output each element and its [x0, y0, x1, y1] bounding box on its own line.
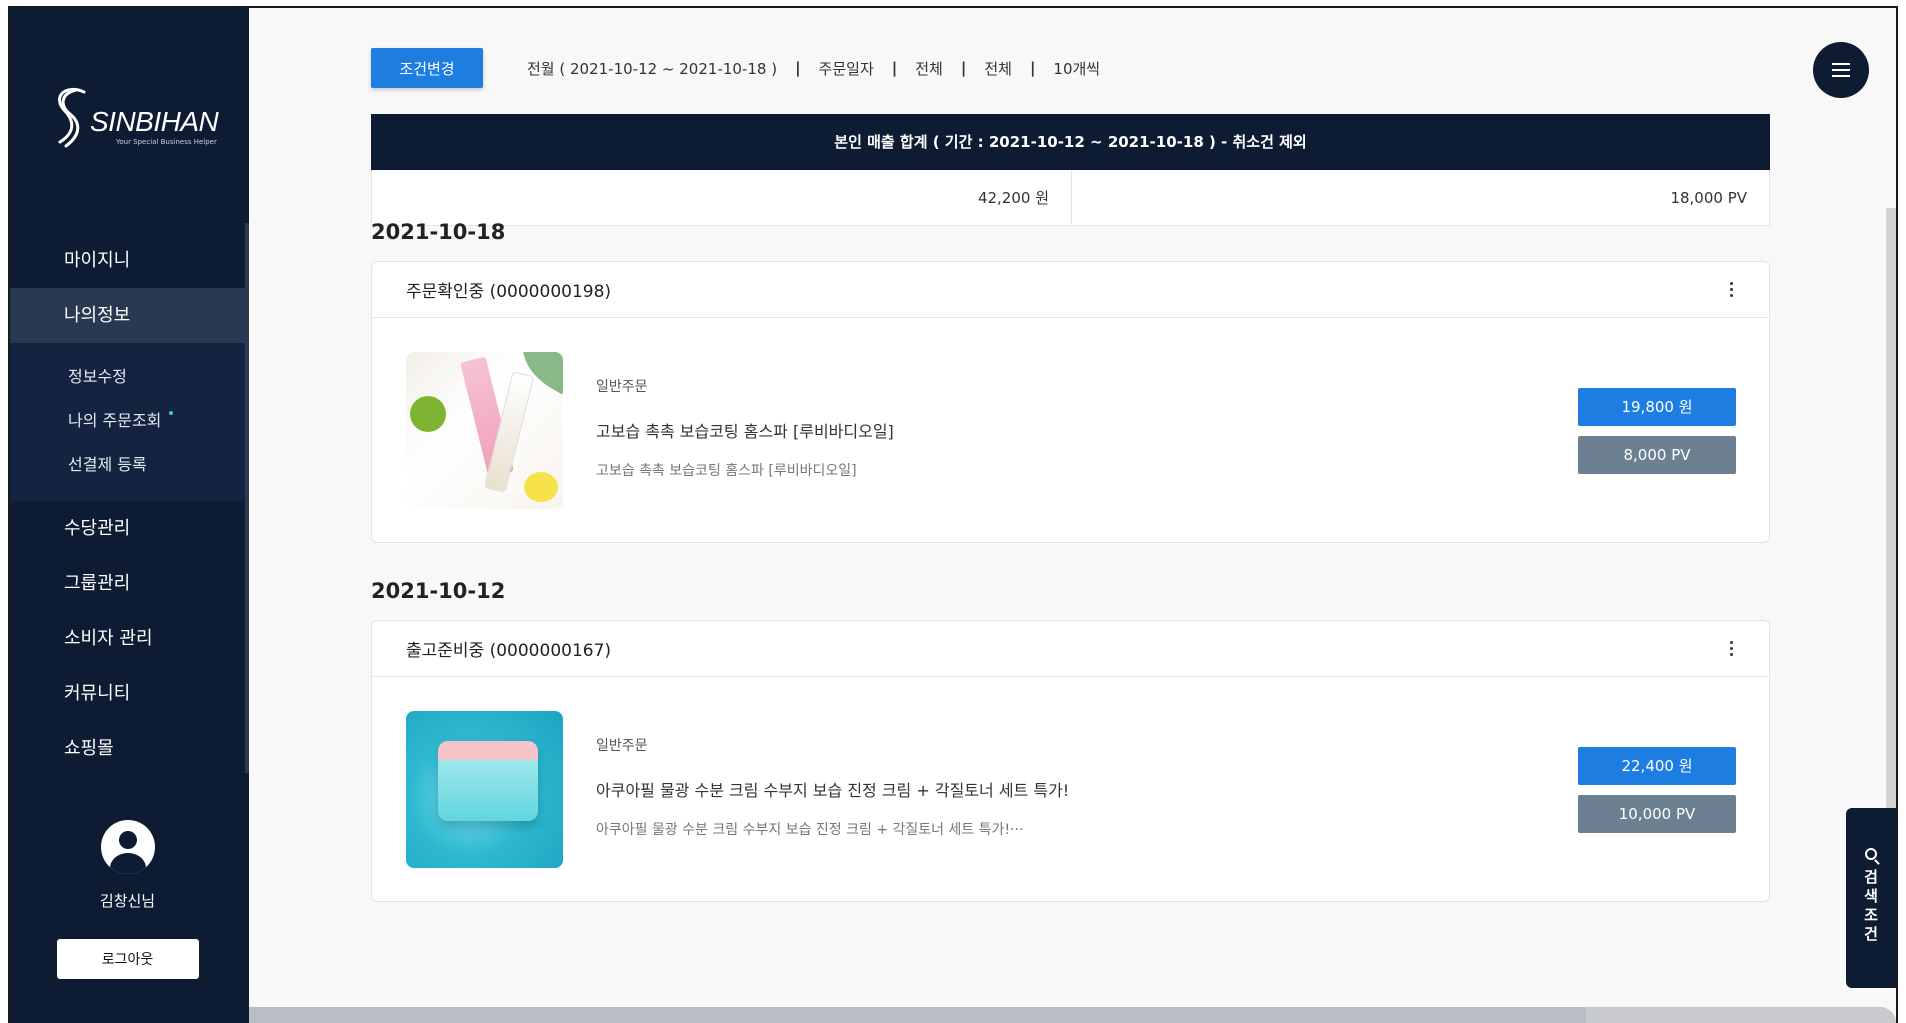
app-window: SINBIHAN Your Special Business Helper 마이…	[8, 6, 1898, 1023]
search-tab-char: 검	[1864, 868, 1878, 886]
order-date-heading: 2021-10-12	[371, 579, 506, 603]
more-options-icon[interactable]	[1730, 282, 1733, 297]
price-group: 19,800 원 8,000 PV	[1578, 388, 1736, 474]
price-badge: 22,400 원	[1578, 747, 1736, 785]
product-info: 일반주문 고보습 촉촉 보습코팅 홈스파 [루비바디오일] 고보습 촉촉 보습코…	[596, 376, 894, 480]
product-image[interactable]	[406, 711, 563, 868]
brand-logo[interactable]: SINBIHAN Your Special Business Helper	[46, 84, 219, 154]
sidebar-subnav: 정보수정 나의 주문조회 선결제 등록	[10, 343, 245, 501]
brand-name: SINBIHAN	[90, 106, 219, 137]
summary-pv: 18,000 PV	[1670, 188, 1747, 207]
filter-bar: 조건변경 전월 ( 2021-10-12 ~ 2021-10-18 ) | 주문…	[371, 48, 1100, 88]
filter-page-size: 10개씩	[1053, 59, 1101, 78]
order-header: 주문확인중 (0000000198)	[372, 262, 1769, 318]
filter-status: 전체	[915, 59, 943, 78]
filter-separator: |	[891, 59, 898, 77]
avatar-icon	[100, 820, 155, 874]
product-image[interactable]	[406, 352, 563, 509]
brand-tagline: Your Special Business Helper	[116, 138, 217, 146]
order-card: 주문확인중 (0000000198) 일반주문 고보습 촉촉 보습코팅 홈스파 …	[371, 261, 1770, 543]
sidebar-item-allowance[interactable]: 수당관리	[10, 501, 245, 556]
subnav-item-prepay[interactable]: 선결제 등록	[10, 443, 245, 487]
pv-badge: 10,000 PV	[1578, 795, 1736, 833]
search-tab-char: 조	[1864, 906, 1878, 924]
sales-summary: 본인 매출 합계 ( 기간 : 2021-10-12 ~ 2021-10-18 …	[371, 114, 1770, 226]
subnav-label: 나의 주문조회	[68, 411, 162, 430]
summary-title: 본인 매출 합계 ( 기간 : 2021-10-12 ~ 2021-10-18 …	[371, 114, 1770, 170]
sidebar-nav: 마이지니 나의정보 정보수정 나의 주문조회 선결제 등록 수당관리 그룹관리 …	[10, 233, 245, 776]
search-icon	[1865, 848, 1877, 860]
sidebar-item-consumer[interactable]: 소비자 관리	[10, 611, 245, 666]
order-type: 일반주문	[596, 379, 648, 395]
filter-summary: 전월 ( 2021-10-12 ~ 2021-10-18 ) | 주문일자 | …	[527, 58, 1100, 79]
sidebar-item-group[interactable]: 그룹관리	[10, 556, 245, 611]
summary-amount: 42,200 원	[372, 170, 1072, 225]
order-status: 주문확인중 (0000000198)	[406, 282, 612, 302]
filter-category: 전체	[984, 59, 1012, 78]
product-option: 고보습 촉촉 보습코팅 홈스파 [루비바디오일]	[596, 463, 857, 479]
sidebar-item-mygenie[interactable]: 마이지니	[10, 233, 245, 288]
sidebar-item-shop[interactable]: 쇼핑몰	[10, 721, 245, 776]
hamburger-menu-icon[interactable]	[1813, 42, 1869, 98]
main-content: 조건변경 전월 ( 2021-10-12 ~ 2021-10-18 ) | 주문…	[249, 8, 1896, 1023]
filter-separator: |	[1029, 59, 1036, 77]
search-condition-tab[interactable]: 검 색 조 건	[1846, 808, 1896, 988]
product-name[interactable]: 고보습 촉촉 보습코팅 홈스파 [루비바디오일]	[596, 418, 894, 442]
search-tab-char: 색	[1864, 887, 1878, 905]
subnav-label: 정보수정	[68, 367, 127, 386]
order-header: 출고준비중 (0000000167)	[372, 621, 1769, 677]
sidebar-item-myinfo[interactable]: 나의정보	[10, 288, 245, 343]
logout-button[interactable]: 로그아웃	[56, 939, 199, 979]
order-item[interactable]: 일반주문 아쿠아필 물광 수분 크림 수부지 보습 진정 크림 + 각질토너 세…	[372, 677, 1769, 901]
filter-separator: |	[960, 59, 967, 77]
subnav-item-edit-info[interactable]: 정보수정	[10, 355, 245, 399]
pv-badge: 8,000 PV	[1578, 436, 1736, 474]
order-date-heading: 2021-10-18	[371, 220, 506, 244]
more-options-icon[interactable]	[1730, 641, 1733, 656]
order-type: 일반주문	[596, 738, 648, 754]
filter-separator: |	[795, 59, 801, 77]
subnav-item-my-orders[interactable]: 나의 주문조회	[10, 399, 245, 443]
price-group: 22,400 원 10,000 PV	[1578, 747, 1736, 833]
price-badge: 19,800 원	[1578, 388, 1736, 426]
sidebar: SINBIHAN Your Special Business Helper 마이…	[10, 8, 249, 1023]
order-item[interactable]: 일반주문 고보습 촉촉 보습코팅 홈스파 [루비바디오일] 고보습 촉촉 보습코…	[372, 318, 1769, 542]
user-profile: 김창신님 로그아웃	[10, 820, 245, 979]
user-name: 김창신님	[99, 892, 156, 910]
search-tab-char: 건	[1864, 925, 1878, 943]
filter-period: 전월 ( 2021-10-12 ~ 2021-10-18 )	[527, 59, 778, 78]
product-option: 아쿠아필 물광 수분 크림 수부지 보습 진정 크림 + 각질토너 세트 특가!…	[596, 822, 1024, 838]
sidebar-item-community[interactable]: 커뮤니티	[10, 666, 245, 721]
order-card: 출고준비중 (0000000167) 일반주문 아쿠아필 물광 수분 크림 수부…	[371, 620, 1770, 902]
summary-values: 42,200 원 18,000 PV	[371, 170, 1770, 226]
subnav-label: 선결제 등록	[68, 455, 147, 474]
order-status: 출고준비중 (0000000167)	[406, 641, 612, 661]
horizontal-scrollbar[interactable]	[249, 1007, 1896, 1023]
change-condition-button[interactable]: 조건변경	[371, 48, 483, 88]
scrollbar-thumb[interactable]	[1586, 1007, 1896, 1023]
active-dot-icon	[169, 411, 173, 415]
product-info: 일반주문 아쿠아필 물광 수분 크림 수부지 보습 진정 크림 + 각질토너 세…	[596, 735, 1069, 839]
logo-s-icon	[58, 87, 86, 148]
product-name[interactable]: 아쿠아필 물광 수분 크림 수부지 보습 진정 크림 + 각질토너 세트 특가!	[596, 777, 1069, 801]
filter-date-type: 주문일자	[818, 59, 874, 78]
